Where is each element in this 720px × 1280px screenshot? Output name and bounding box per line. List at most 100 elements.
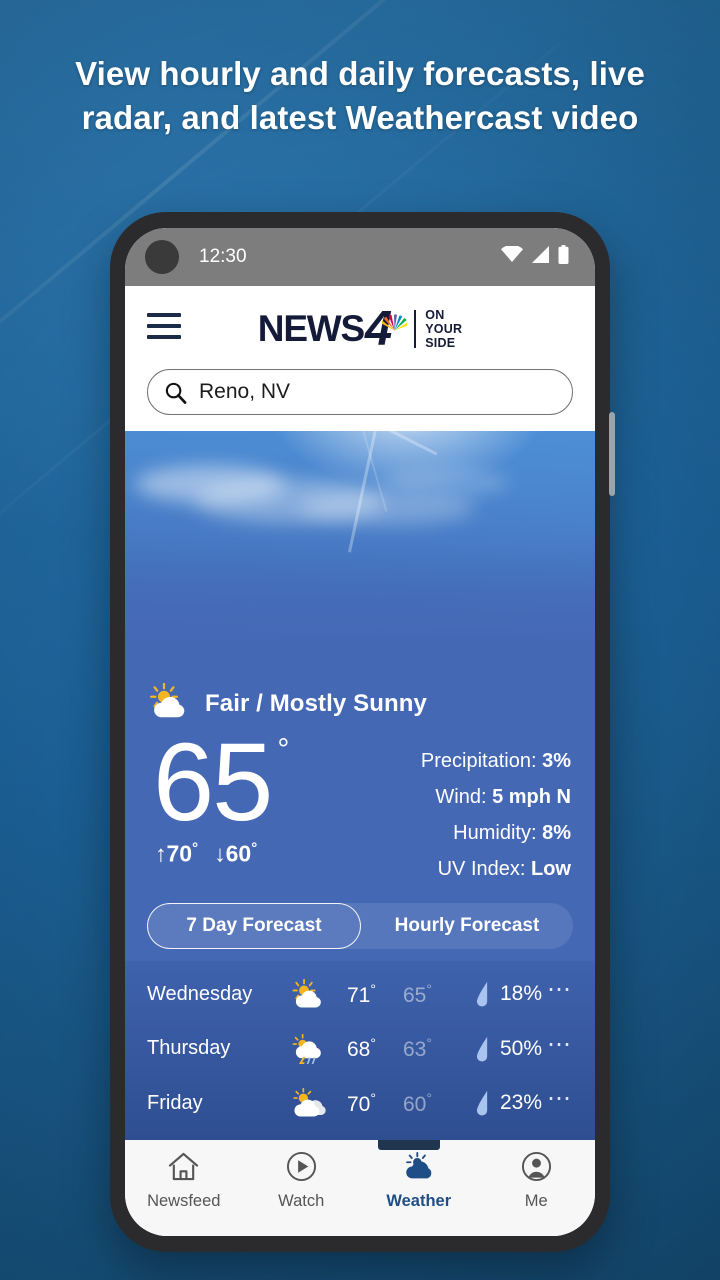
tab-hourly-forecast[interactable]: Hourly Forecast xyxy=(361,903,573,949)
forecast-low: 63° xyxy=(403,1035,432,1062)
search-icon xyxy=(164,381,187,404)
forecast-list: Wednesday 71° 65° 18% ⋯ Thursday 68° 63°… xyxy=(125,961,595,1140)
forecast-precip: 50% xyxy=(500,1036,543,1060)
hero-fade-overlay xyxy=(125,547,595,667)
nav-label-weather: Weather xyxy=(386,1192,452,1210)
forecast-row-overflow-icon[interactable]: ⋯ xyxy=(547,1033,573,1058)
nav-item-me[interactable]: Me xyxy=(478,1151,596,1211)
temperature-block: 65 ° ↑70° ↓60° xyxy=(149,721,289,881)
hamburger-bar xyxy=(147,324,181,328)
temperature-readout: 65 ° ↑70° ↓60° Precipitation: 3% Wind: 5… xyxy=(149,721,571,881)
forecast-day: Friday xyxy=(147,1091,203,1114)
current-conditions: Fair / Mostly Sunny 65 ° ↑70° ↓60° Preci… xyxy=(125,667,595,903)
person-icon xyxy=(521,1151,552,1187)
partly-cloudy-icon xyxy=(277,1088,341,1118)
news4-logo: NEWS 4 ON YOUR SIDE xyxy=(125,302,595,356)
forecast-precip: 23% xyxy=(500,1091,543,1115)
forecast-day: Thursday xyxy=(147,1037,231,1060)
forecast-low: 60° xyxy=(403,1089,432,1116)
logo-tagline-line1: ON xyxy=(425,308,445,323)
degree-symbol: ° xyxy=(277,733,289,766)
high-temperature: ↑70° xyxy=(155,839,199,867)
logo-news-text: NEWS xyxy=(257,308,365,350)
forecast-high: 71° xyxy=(347,980,376,1007)
nav-label-newsfeed: Newsfeed xyxy=(147,1192,221,1210)
low-temperature: ↓60° xyxy=(214,839,258,867)
forecast-row-thursday[interactable]: Thursday 68° 63° 50% ⋯ xyxy=(147,1022,573,1077)
metrics-list: Precipitation: 3% Wind: 5 mph N Humidity… xyxy=(421,730,571,881)
condition-line: Fair / Mostly Sunny xyxy=(149,682,571,724)
partly-sunny-icon xyxy=(149,682,191,724)
metric-value: Low xyxy=(531,858,571,880)
forecast-precip: 18% xyxy=(500,982,543,1006)
promo-headline: View hourly and daily forecasts, live ra… xyxy=(75,55,645,136)
cloud-shape xyxy=(300,491,475,525)
metric-precipitation: Precipitation: 3% xyxy=(421,750,571,773)
phone-screen: 12:30 NEWS 4 ON YOUR SIDE Reno, NV Fair … xyxy=(125,228,595,1236)
forecast-row-wednesday[interactable]: Wednesday 71° 65° 18% ⋯ xyxy=(147,967,573,1022)
hamburger-menu-icon[interactable] xyxy=(147,313,181,339)
precipitation-drop-icon xyxy=(469,1036,495,1062)
logo-tagline-line2: YOUR xyxy=(425,322,463,337)
logo-four-text: 4 xyxy=(365,302,392,356)
nav-label-watch: Watch xyxy=(278,1192,325,1210)
metric-humidity: Humidity: 8% xyxy=(421,822,571,845)
status-bar-clock: 12:30 xyxy=(199,246,247,267)
forecast-day: Wednesday xyxy=(147,982,253,1005)
phone-side-button xyxy=(609,412,615,496)
precipitation-drop-icon xyxy=(469,1090,495,1116)
phone-mockup: 12:30 NEWS 4 ON YOUR SIDE Reno, NV Fair … xyxy=(110,212,615,1252)
cloud-shape xyxy=(380,469,510,495)
sky-hero-image xyxy=(125,431,595,667)
metric-value: 8% xyxy=(542,822,571,844)
current-temperature-wrap: 65 ° xyxy=(153,721,289,844)
condition-text: Fair / Mostly Sunny xyxy=(205,689,427,717)
metric-uv-index: UV Index: Low xyxy=(421,858,571,881)
forecast-tabs: 7 Day Forecast Hourly Forecast xyxy=(125,903,595,961)
nav-item-weather[interactable]: Weather xyxy=(360,1151,478,1211)
status-bar: 12:30 xyxy=(125,228,595,286)
metric-label: Humidity: xyxy=(453,822,537,844)
forecast-row-overflow-icon[interactable]: ⋯ xyxy=(547,978,573,1003)
tab-7-day-forecast[interactable]: 7 Day Forecast xyxy=(147,903,361,949)
nav-item-newsfeed[interactable]: Newsfeed xyxy=(125,1151,243,1211)
nav-label-me: Me xyxy=(524,1192,548,1210)
forecast-low: 65° xyxy=(403,980,432,1007)
logo-tagline-line3: SIDE xyxy=(425,336,456,351)
nav-item-watch[interactable]: Watch xyxy=(243,1151,361,1211)
nbc-peacock-icon xyxy=(380,309,410,339)
precipitation-drop-icon xyxy=(469,981,495,1007)
metric-value: 3% xyxy=(542,750,571,772)
camera-punch-hole-icon xyxy=(145,240,179,274)
forecast-row-friday[interactable]: Friday 70° 60° 23% ⋯ xyxy=(147,1076,573,1131)
forecast-row-overflow-icon[interactable]: ⋯ xyxy=(547,1087,573,1112)
forecast-row-saturday[interactable]: Saturday 72° 63° xyxy=(147,1131,573,1141)
bottom-navigation: Newsfeed Watch Weather Me xyxy=(125,1140,595,1236)
wifi-icon xyxy=(501,244,523,268)
forecast-high: 68° xyxy=(347,1035,376,1062)
app-header: NEWS 4 ON YOUR SIDE Reno, NV xyxy=(125,286,595,431)
metric-value: 5 mph N xyxy=(492,786,571,808)
active-tab-indicator xyxy=(378,1140,440,1150)
battery-icon xyxy=(558,245,569,269)
hamburger-bar xyxy=(147,313,181,317)
weather-icon xyxy=(402,1151,436,1187)
current-temperature: 65 xyxy=(153,721,273,844)
forecast-tabs-wrap: 7 Day Forecast Hourly Forecast xyxy=(147,903,573,949)
search-input[interactable]: Reno, NV xyxy=(147,369,573,415)
thunderstorm-icon xyxy=(277,1033,341,1064)
metric-label: UV Index: xyxy=(437,858,526,880)
play-icon xyxy=(286,1151,317,1187)
hamburger-bar xyxy=(147,335,181,339)
metric-label: Wind: xyxy=(435,786,487,808)
search-input-value: Reno, NV xyxy=(199,380,291,403)
forecast-high: 70° xyxy=(347,1089,376,1116)
metric-label: Precipitation: xyxy=(420,750,537,772)
logo-divider xyxy=(414,310,417,349)
status-bar-icons xyxy=(501,244,569,269)
logo-tagline: ON YOUR SIDE xyxy=(425,308,462,350)
home-icon xyxy=(167,1151,200,1187)
partly-sunny-icon xyxy=(277,979,341,1009)
metric-wind: Wind: 5 mph N xyxy=(421,786,571,809)
cellular-signal-icon xyxy=(531,246,550,268)
